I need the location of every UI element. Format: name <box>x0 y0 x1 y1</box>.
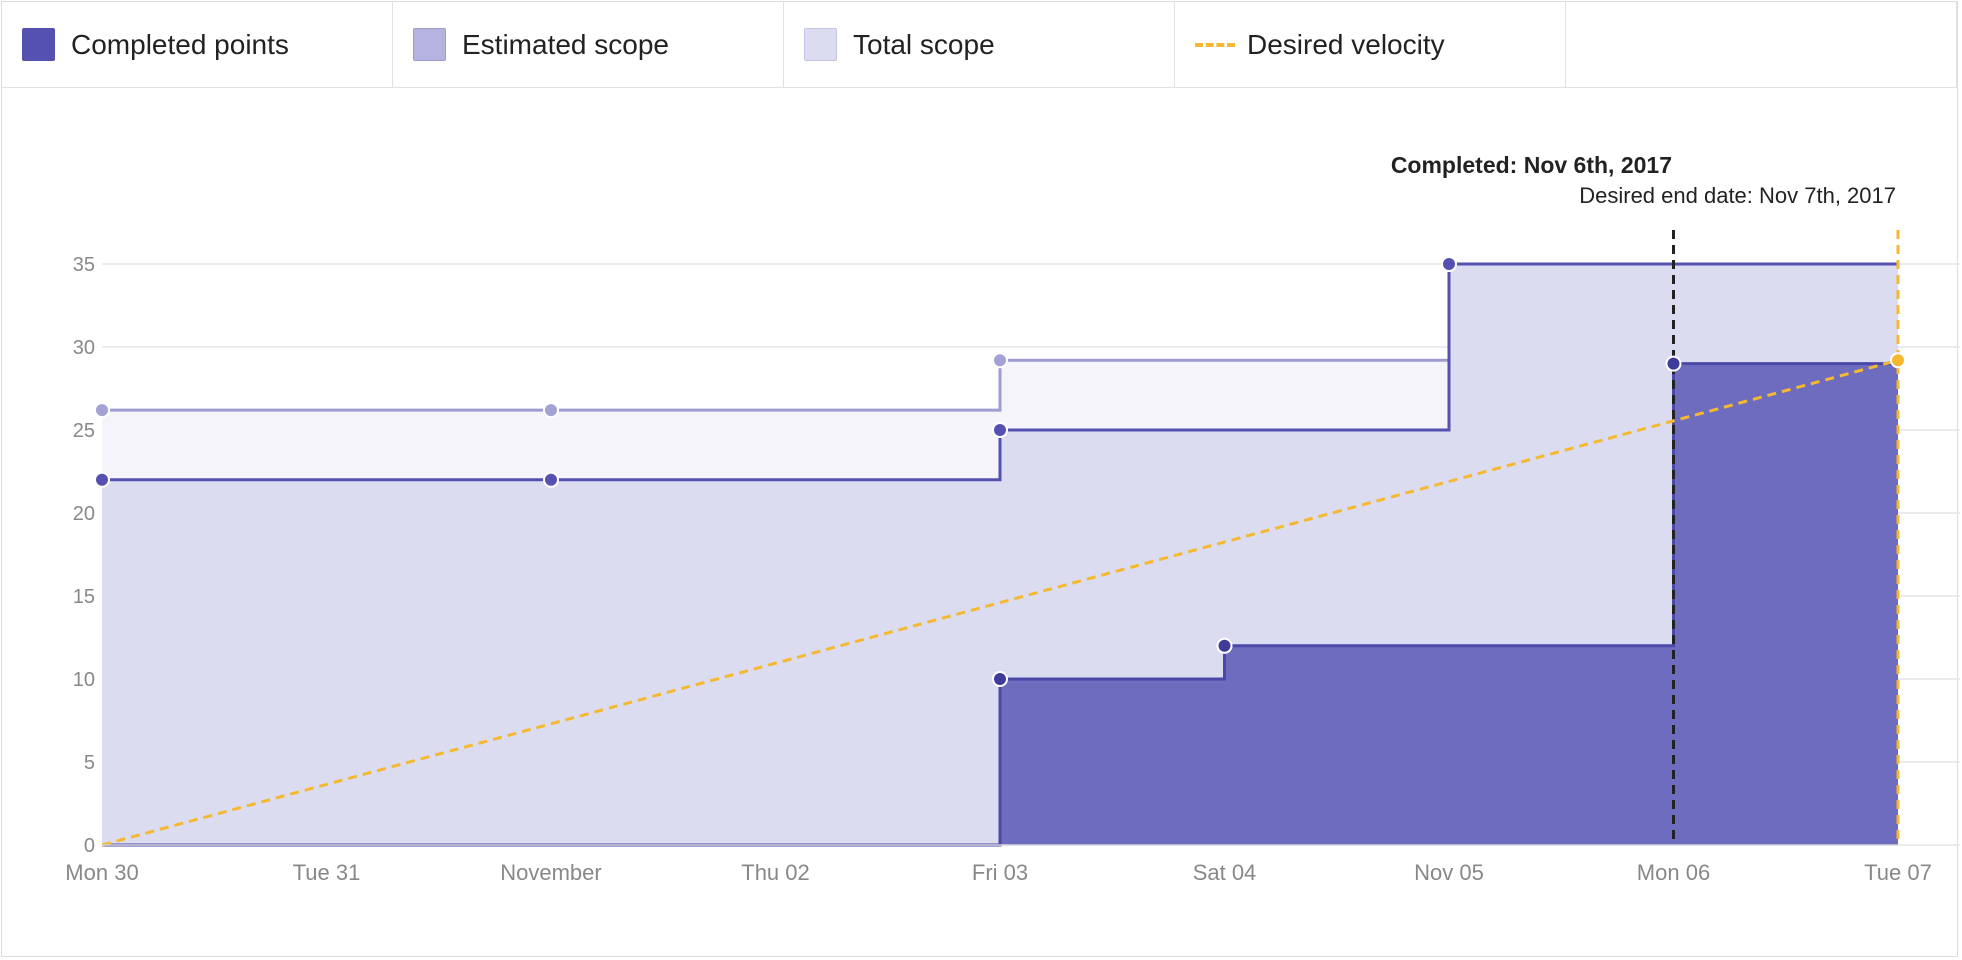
x-tick-label: Thu 02 <box>741 860 810 885</box>
y-tick-label: 35 <box>73 254 95 276</box>
x-tick-label: Nov 05 <box>1414 860 1484 885</box>
total-scope-point <box>992 422 1008 438</box>
x-tick-label: Tue 07 <box>1864 860 1932 885</box>
x-tick-label: Tue 31 <box>293 860 361 885</box>
burndown-chart: 0 5 10 15 20 25 30 35 Mon 30 Tue 31 November Thu 02… <box>65 152 1960 885</box>
y-tick-label: 15 <box>73 586 95 608</box>
estimated-scope-point <box>992 352 1008 369</box>
y-tick-label: 10 <box>73 669 95 691</box>
total-scope-point <box>1441 256 1457 272</box>
desired-velocity-end-point <box>1890 352 1906 369</box>
completed-points-point <box>1665 355 1682 372</box>
y-tick-label: 0 <box>84 835 95 857</box>
estimated-scope-point <box>94 402 110 419</box>
x-tick-label: Mon 06 <box>1637 860 1710 885</box>
total-scope-point <box>543 471 559 488</box>
estimated-scope-point <box>543 402 559 419</box>
total-scope-point <box>94 471 110 488</box>
completed-points-point <box>992 671 1008 687</box>
y-tick-label: 20 <box>73 503 95 525</box>
x-tick-label: Mon 30 <box>65 860 138 885</box>
desired-end-date-annotation: Desired end date: Nov 7th, 2017 <box>1579 183 1896 208</box>
completed-points-point <box>1216 637 1233 654</box>
completed-date-annotation: Completed: Nov 6th, 2017 <box>1391 152 1672 178</box>
y-tick-label: 25 <box>73 420 95 442</box>
x-tick-label: November <box>500 860 601 885</box>
x-tick-label: Fri 03 <box>972 860 1028 885</box>
y-tick-label: 30 <box>73 337 95 359</box>
x-tick-label: Sat 04 <box>1193 860 1257 885</box>
y-tick-label: 5 <box>84 752 95 774</box>
